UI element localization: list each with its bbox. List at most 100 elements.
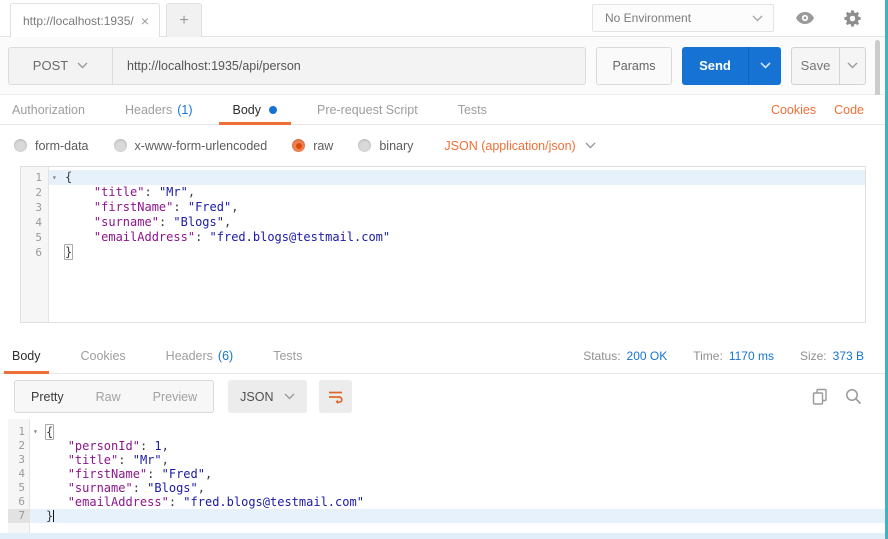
code-line[interactable]: 2 "title": "Mr", xyxy=(21,185,865,200)
request-body-editor[interactable]: 1▾{2 "title": "Mr",3 "firstName": "Fred"… xyxy=(20,166,866,323)
radio-icon[interactable] xyxy=(114,139,127,152)
tab-label: Cookies xyxy=(81,349,126,363)
url-input[interactable] xyxy=(113,48,585,84)
code-line[interactable]: 5 "emailAddress": "fred.blogs@testmail.c… xyxy=(21,230,865,245)
code-text[interactable]: "emailAddress": "fred.blogs@testmail.com… xyxy=(30,495,885,509)
code-text[interactable]: "title": "Mr", xyxy=(30,453,885,467)
close-icon[interactable]: × xyxy=(139,13,151,29)
code-token: "emailAddress" xyxy=(68,495,169,509)
tab-headers[interactable]: Headers (1) xyxy=(125,95,193,125)
radio-x-www-form-urlencoded[interactable]: x-www-form-urlencoded xyxy=(114,139,268,153)
view-mode-preview[interactable]: Preview xyxy=(137,381,213,412)
code-token: "title" xyxy=(94,185,145,199)
code-text[interactable]: "title": "Mr", xyxy=(49,185,865,200)
code-text[interactable]: "emailAddress": "fred.blogs@testmail.com… xyxy=(49,230,865,245)
view-mode-pretty[interactable]: Pretty xyxy=(15,381,80,412)
size-value[interactable]: 373 B xyxy=(833,349,864,363)
code-line[interactable]: 7} xyxy=(8,509,885,523)
code-line[interactable]: 6 "emailAddress": "fred.blogs@testmail.c… xyxy=(8,495,885,509)
code-token: "emailAddress" xyxy=(94,230,195,244)
wrap-text-button[interactable] xyxy=(319,380,352,413)
line-number: 3 xyxy=(21,200,49,215)
response-format-selector[interactable]: JSON xyxy=(228,380,307,413)
request-tab[interactable]: http://localhost:1935/ × xyxy=(10,3,160,37)
content-type-selector[interactable]: JSON (application/json) xyxy=(444,139,595,153)
radio-selected-icon[interactable] xyxy=(292,139,305,152)
gear-icon xyxy=(844,9,863,28)
code-text[interactable]: "firstName": "Fred", xyxy=(49,200,865,215)
environment-quicklook-button[interactable] xyxy=(792,5,818,31)
params-button[interactable]: Params xyxy=(596,47,672,85)
code-text[interactable]: ▾{ xyxy=(49,170,865,185)
code-token: , xyxy=(224,215,231,229)
unsaved-dot-icon xyxy=(269,106,277,114)
radio-icon[interactable] xyxy=(358,139,371,152)
fold-arrow-icon[interactable]: ▾ xyxy=(33,425,38,439)
request-tabs: Authorization Headers (1) Body Pre-reque… xyxy=(0,95,888,125)
response-tab-tests[interactable]: Tests xyxy=(273,338,302,374)
send-button[interactable]: Send xyxy=(682,47,781,85)
send-options-button[interactable] xyxy=(748,47,781,85)
code-line[interactable]: 6} xyxy=(21,245,865,260)
code-token: , xyxy=(188,185,195,199)
fold-arrow-icon[interactable]: ▾ xyxy=(52,170,57,185)
response-tab-cookies[interactable]: Cookies xyxy=(81,338,126,374)
view-mode-group: Pretty Raw Preview xyxy=(14,380,214,413)
tab-authorization[interactable]: Authorization xyxy=(12,95,85,125)
code-line[interactable]: 3 "title": "Mr", xyxy=(8,453,885,467)
response-body-editor[interactable]: 1▾{2 "personId": 1,3 "title": "Mr",4 "fi… xyxy=(8,419,885,533)
environment-selector[interactable]: No Environment xyxy=(592,4,774,32)
code-token: 1 xyxy=(154,439,161,453)
code-line[interactable]: 5 "surname": "Blogs", xyxy=(8,481,885,495)
search-icon[interactable] xyxy=(845,388,862,405)
chevron-down-icon xyxy=(760,62,771,69)
params-label: Params xyxy=(612,59,655,73)
code-text[interactable]: "personId": 1, xyxy=(30,439,885,453)
code-text[interactable]: "surname": "Blogs", xyxy=(30,481,885,495)
code-line[interactable]: 3 "firstName": "Fred", xyxy=(21,200,865,215)
code-text[interactable]: "surname": "Blogs", xyxy=(49,215,865,230)
code-text[interactable]: ▾{ xyxy=(30,425,885,439)
cookies-link[interactable]: Cookies xyxy=(771,103,816,117)
code-token: "firstName" xyxy=(94,200,173,214)
save-button[interactable]: Save xyxy=(791,47,866,85)
method-selector[interactable]: POST xyxy=(9,48,113,84)
tab-tests[interactable]: Tests xyxy=(458,95,487,125)
response-tabs: Body Cookies Headers (6) Tests Status: 2… xyxy=(0,338,888,374)
new-tab-button[interactable]: + xyxy=(166,3,202,37)
code-text[interactable]: "firstName": "Fred", xyxy=(30,467,885,481)
tab-body[interactable]: Body xyxy=(233,95,278,125)
code-text[interactable]: } xyxy=(49,245,865,260)
code-token xyxy=(46,453,68,467)
code-text[interactable]: } xyxy=(30,509,885,523)
tab-label: Tests xyxy=(458,103,487,117)
response-view-row: Pretty Raw Preview JSON xyxy=(0,374,888,419)
save-label[interactable]: Save xyxy=(792,48,839,84)
settings-button[interactable] xyxy=(840,5,866,31)
response-tab-headers[interactable]: Headers (6) xyxy=(166,338,234,374)
code-token xyxy=(46,467,68,481)
code-line[interactable]: 1▾{ xyxy=(8,425,885,439)
copy-icon[interactable] xyxy=(812,388,828,405)
code-line[interactable]: 2 "personId": 1, xyxy=(8,439,885,453)
code-line[interactable]: 4 "surname": "Blogs", xyxy=(21,215,865,230)
time-value[interactable]: 1170 ms xyxy=(729,349,774,363)
chevron-down-icon xyxy=(752,15,763,22)
code-token: } xyxy=(46,509,53,523)
radio-icon[interactable] xyxy=(14,139,27,152)
vertical-scrollbar[interactable] xyxy=(875,40,880,98)
save-options-button[interactable] xyxy=(839,48,865,84)
response-tab-body[interactable]: Body xyxy=(12,338,41,374)
radio-form-data[interactable]: form-data xyxy=(14,139,89,153)
radio-binary[interactable]: binary xyxy=(358,139,413,153)
status-value[interactable]: 200 OK xyxy=(627,349,668,363)
code-line[interactable]: 4 "firstName": "Fred", xyxy=(8,467,885,481)
radio-label: x-www-form-urlencoded xyxy=(135,139,268,153)
tab-pre-request-script[interactable]: Pre-request Script xyxy=(317,95,418,125)
code-link[interactable]: Code xyxy=(834,103,864,117)
send-label[interactable]: Send xyxy=(682,47,748,85)
view-mode-raw[interactable]: Raw xyxy=(80,381,137,412)
radio-raw[interactable]: raw xyxy=(292,139,333,153)
text-cursor xyxy=(53,510,54,522)
code-line[interactable]: 1▾{ xyxy=(21,170,865,185)
